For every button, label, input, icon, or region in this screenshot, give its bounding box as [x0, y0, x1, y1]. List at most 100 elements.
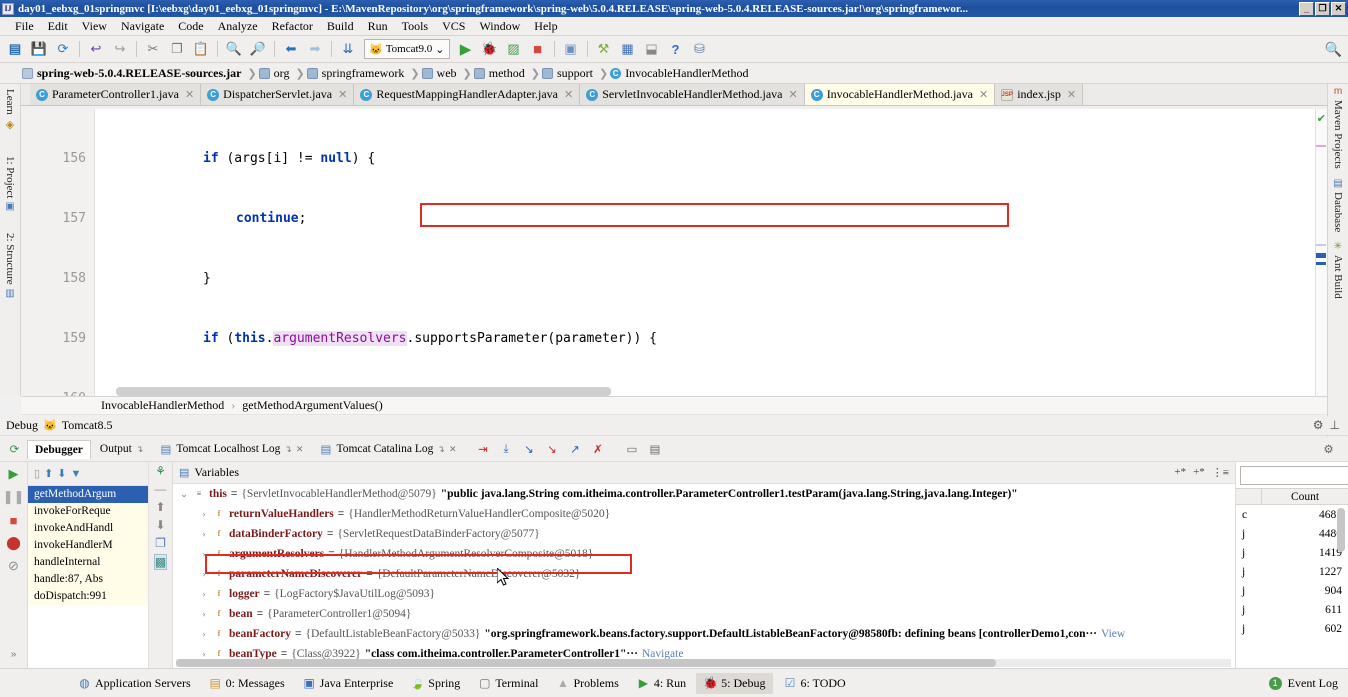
watch-row[interactable]: j 602	[1236, 619, 1348, 638]
statusbar-problems[interactable]: ▲ Problems	[548, 673, 626, 694]
sync-icon[interactable]: ⟳	[52, 38, 74, 60]
restore-layout-icon[interactable]: ⟳	[5, 440, 24, 459]
menu-file[interactable]: File	[8, 18, 41, 35]
breadcrumb-item-method[interactable]: method	[472, 66, 531, 81]
up-stack-icon[interactable]: ⬆	[44, 467, 53, 480]
update-project-icon[interactable]: ⬓	[641, 38, 663, 60]
breadcrumb-item-springframework[interactable]: springframework	[305, 66, 411, 81]
close-button[interactable]: ✕	[1331, 1, 1346, 16]
close-icon[interactable]: ✕	[338, 88, 347, 101]
show-execution-point-icon[interactable]: ⇥	[473, 440, 492, 459]
down-icon[interactable]: ⬇	[155, 518, 165, 532]
watch-vertical-scrollbar[interactable]	[1337, 508, 1345, 552]
statusbar-terminal[interactable]: ▢ Terminal	[470, 673, 546, 694]
down-stack-icon[interactable]: ⬇	[57, 467, 66, 480]
project-structure-icon[interactable]: ▦	[617, 38, 639, 60]
breadcrumb-item-jar[interactable]: spring-web-5.0.4.RELEASE-sources.jar	[20, 66, 247, 81]
statusbar-application-servers[interactable]: ◍ Application Servers	[70, 673, 199, 694]
force-step-into-icon[interactable]: ↘	[542, 440, 561, 459]
menu-refactor[interactable]: Refactor	[265, 18, 320, 35]
pin-icon[interactable]: ↴	[437, 444, 445, 455]
menu-tools[interactable]: Tools	[395, 18, 436, 35]
variable-row-logger[interactable]: › f logger = {LogFactory$JavaUtilLog@509…	[173, 584, 1235, 604]
rerun-icon[interactable]: ▶	[4, 464, 24, 484]
variable-row-this[interactable]: ⌄ ≡ this = {ServletInvocableHandlerMetho…	[173, 484, 1235, 504]
watch-row[interactable]: j 4486	[1236, 524, 1348, 543]
watch-row[interactable]: c 4681	[1236, 505, 1348, 524]
close-icon[interactable]: ✕	[449, 444, 457, 455]
code-line-159[interactable]: if (this.argumentResolvers.supportsParam…	[95, 329, 1327, 349]
debug-config-name[interactable]: Tomcat8.5	[62, 418, 113, 433]
menu-analyze[interactable]: Analyze	[211, 18, 265, 35]
minimize-button[interactable]: _	[1299, 1, 1314, 16]
variable-row-databinderfactory[interactable]: › f dataBinderFactory = {ServletRequestD…	[173, 524, 1235, 544]
chevron-right-icon[interactable]: ›	[199, 624, 209, 644]
mute-breakpoints-icon[interactable]: ⊘	[4, 556, 24, 576]
menu-help[interactable]: Help	[527, 18, 564, 35]
breadcrumb-item-support[interactable]: support	[540, 66, 599, 81]
breadcrumb-item-class[interactable]: C InvocableHandlerMethod	[608, 66, 754, 81]
watch-row[interactable]: j 1419	[1236, 543, 1348, 562]
editor-tab-dispatcherservlet[interactable]: C DispatcherServlet.java ✕	[201, 84, 355, 105]
watch-row[interactable]: j 904	[1236, 581, 1348, 600]
debug-tab-tomcat-localhost-log[interactable]: ▤ Tomcat Localhost Log ↴ ✕	[152, 440, 310, 459]
menu-run[interactable]: Run	[361, 18, 395, 35]
code-line-156[interactable]: if (args[i] != null) {	[95, 149, 1327, 169]
toolwindow-learn[interactable]: Learn	[4, 86, 16, 118]
editor-error-stripe[interactable]: ✔	[1315, 109, 1327, 396]
variable-row-parameternamediscoverer[interactable]: › f parameterNameDiscoverer = {DefaultPa…	[173, 564, 1235, 584]
chevron-right-icon[interactable]: ›	[199, 564, 209, 584]
add-watch-icon[interactable]: +*	[1174, 466, 1186, 479]
debug-tab-tomcat-catalina-log[interactable]: ▤ Tomcat Catalina Log ↴ ✕	[312, 440, 463, 459]
chevron-down-icon[interactable]: ⌄	[179, 484, 189, 504]
debug-tab-output[interactable]: Output ↴	[93, 440, 151, 458]
variables-menu-icon[interactable]: ⋮≡	[1212, 466, 1229, 479]
breadcrumb-item-web[interactable]: web	[420, 66, 463, 81]
menu-window[interactable]: Window	[472, 18, 527, 35]
editor-gutter[interactable]: 156 157 158 159 160 161 162 163 164 165 …	[21, 109, 95, 396]
thread-selector-icon[interactable]: ▯	[34, 467, 40, 480]
code-line-157[interactable]: continue;	[95, 209, 1327, 229]
undo-icon[interactable]: ↩	[85, 38, 107, 60]
close-icon[interactable]: ✕	[788, 88, 797, 101]
export-threads-icon[interactable]: ⚘	[155, 464, 166, 478]
filter-frames-icon[interactable]: ▼	[71, 468, 82, 480]
redo-icon[interactable]: ↪	[109, 38, 131, 60]
watch-column-key[interactable]	[1236, 489, 1262, 504]
breadcrumb-item-org[interactable]: org	[257, 66, 296, 81]
paste-icon[interactable]: 📋	[190, 38, 212, 60]
run-to-cursor-icon[interactable]: ▭	[622, 440, 641, 459]
frame-settings-icon[interactable]: ▩	[153, 554, 168, 570]
toolwindow-maven-projects[interactable]: Maven Projects	[1332, 97, 1344, 172]
debug-settings-icon[interactable]: ⚙	[1319, 440, 1338, 459]
save-all-icon[interactable]: 💾	[28, 38, 50, 60]
variable-row-returnvaluehandlers[interactable]: › f returnValueHandlers = {HandlerMethod…	[173, 504, 1235, 524]
code-lines[interactable]: if (args[i] != null) { continue; } if (t…	[95, 109, 1327, 396]
open-project-icon[interactable]: ▤	[4, 38, 26, 60]
close-icon[interactable]: ✕	[564, 88, 573, 101]
stop-icon[interactable]: ■	[527, 38, 549, 60]
search-input[interactable]	[1240, 465, 1348, 485]
up-icon[interactable]: ⬆	[155, 500, 165, 514]
expand-toolbar-icon[interactable]: »	[4, 644, 24, 664]
view-breakpoints-icon[interactable]: ⬤	[4, 533, 24, 553]
variable-row-bean[interactable]: › f bean = {ParameterController1@5094}	[173, 604, 1235, 624]
step-over-icon[interactable]: ⤓	[496, 440, 515, 459]
close-icon[interactable]: ✕	[296, 444, 304, 455]
statusbar-messages[interactable]: ▤ 0: Messages	[201, 673, 293, 694]
statusbar-event-log[interactable]: Event Log	[1288, 676, 1338, 691]
close-icon[interactable]: ✕	[979, 88, 988, 101]
code-area[interactable]: 156 157 158 159 160 161 162 163 164 165 …	[21, 109, 1327, 396]
copy-icon[interactable]: ❐	[155, 536, 166, 550]
toolwindow-project[interactable]: 1: Project	[4, 153, 16, 201]
add-watch-icon-2[interactable]: +*	[1193, 466, 1205, 479]
close-icon[interactable]: ✕	[1067, 88, 1076, 101]
pin-icon[interactable]: ↴	[136, 444, 144, 455]
statusbar-debug[interactable]: 🐞 5: Debug	[696, 672, 774, 694]
chevron-right-icon[interactable]: ›	[199, 584, 209, 604]
view-link[interactable]: View	[1101, 624, 1125, 644]
evaluate-expression-icon[interactable]: ▤	[645, 440, 664, 459]
chevron-down-icon[interactable]: ⌄	[435, 43, 444, 56]
variable-row-argumentresolvers[interactable]: › f argumentResolvers = {HandlerMethodAr…	[173, 544, 1235, 564]
statusbar-spring[interactable]: 🍃 Spring	[403, 673, 468, 694]
